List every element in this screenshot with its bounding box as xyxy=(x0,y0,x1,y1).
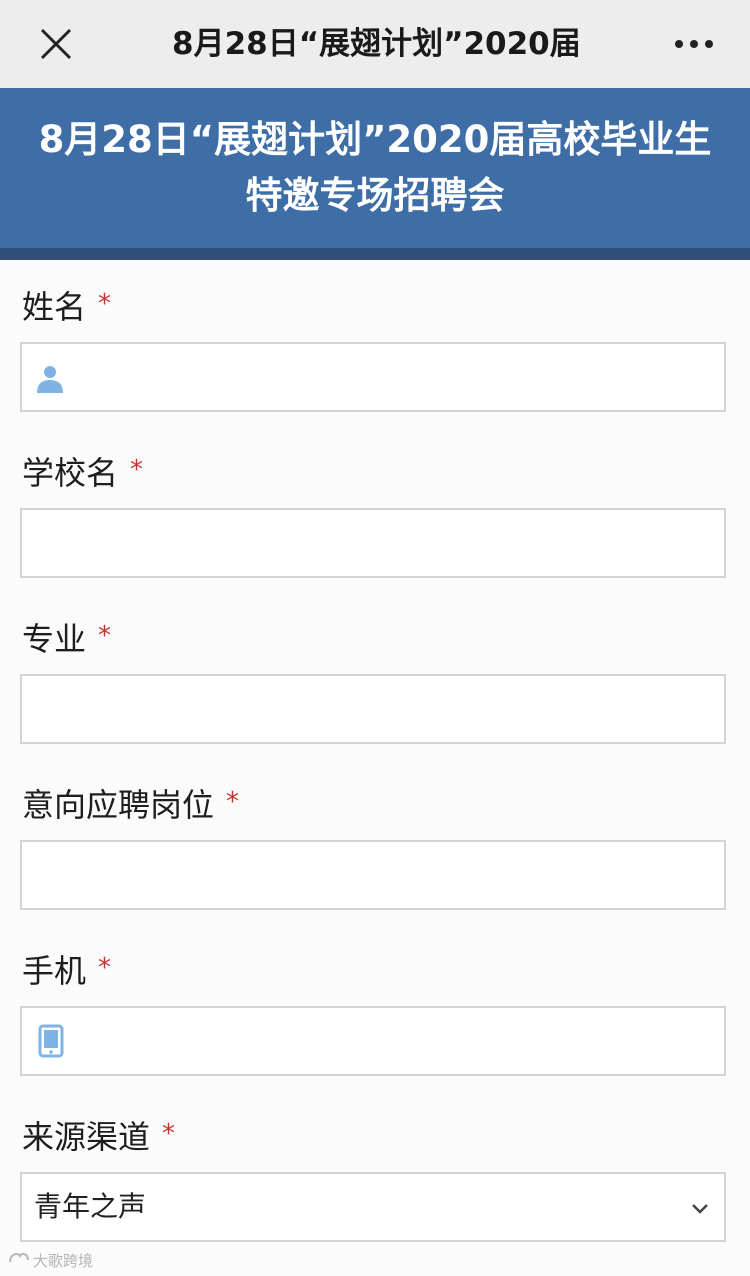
position-input[interactable] xyxy=(34,842,722,910)
person-icon xyxy=(34,362,66,398)
major-input[interactable] xyxy=(34,676,722,744)
required-marker: * xyxy=(98,953,112,983)
form-banner: 8月28日“展翅计划”2020届高校毕业生 特邀专场招聘会 xyxy=(0,88,750,248)
major-field[interactable] xyxy=(20,674,726,744)
watermark-logo-icon xyxy=(8,1250,30,1271)
source-label-text: 来源渠道 xyxy=(22,1118,151,1156)
required-marker: * xyxy=(98,289,112,319)
required-marker: * xyxy=(226,787,240,817)
name-label: 姓名 * xyxy=(22,282,111,326)
source-select[interactable]: 青年之声 xyxy=(20,1172,726,1242)
page-title: 8月28日“展翅计划”2020届 xyxy=(172,26,581,62)
banner-title-line-2: 特邀专场招聘会 xyxy=(245,174,505,217)
position-label-text: 意向应聘岗位 xyxy=(22,786,215,824)
required-marker: * xyxy=(98,621,112,651)
more-icon[interactable] xyxy=(672,30,716,58)
school-field[interactable] xyxy=(20,508,726,578)
name-field[interactable] xyxy=(20,342,726,412)
source-label: 来源渠道 * xyxy=(22,1112,175,1156)
school-label: 学校名 * xyxy=(22,448,143,492)
position-label: 意向应聘岗位 * xyxy=(22,780,239,824)
phone-icon xyxy=(38,1024,64,1062)
watermark-text: 大歌跨境 xyxy=(33,1252,94,1270)
phone-label: 手机 * xyxy=(22,946,111,990)
phone-input[interactable] xyxy=(78,1008,722,1076)
major-label-text: 专业 xyxy=(22,620,87,658)
chevron-down-icon xyxy=(690,1198,710,1218)
position-field[interactable] xyxy=(20,840,726,910)
banner-title-line-1: 8月28日“展翅计划”2020届高校毕业生 xyxy=(38,118,712,161)
major-label: 专业 * xyxy=(22,614,111,658)
school-input[interactable] xyxy=(34,510,722,578)
school-label-text: 学校名 xyxy=(22,454,119,492)
phone-field[interactable] xyxy=(20,1006,726,1076)
watermark: 大歌跨境 xyxy=(8,1250,108,1270)
required-marker: * xyxy=(130,455,144,485)
source-selected-value: 青年之声 xyxy=(34,1190,147,1223)
required-marker: * xyxy=(162,1119,176,1149)
banner-divider xyxy=(0,248,750,260)
close-icon[interactable] xyxy=(36,24,76,64)
navigation-bar: 8月28日“展翅计划”2020届 xyxy=(0,0,750,88)
phone-label-text: 手机 xyxy=(22,952,87,990)
name-input[interactable] xyxy=(78,344,722,412)
name-label-text: 姓名 xyxy=(22,288,87,326)
